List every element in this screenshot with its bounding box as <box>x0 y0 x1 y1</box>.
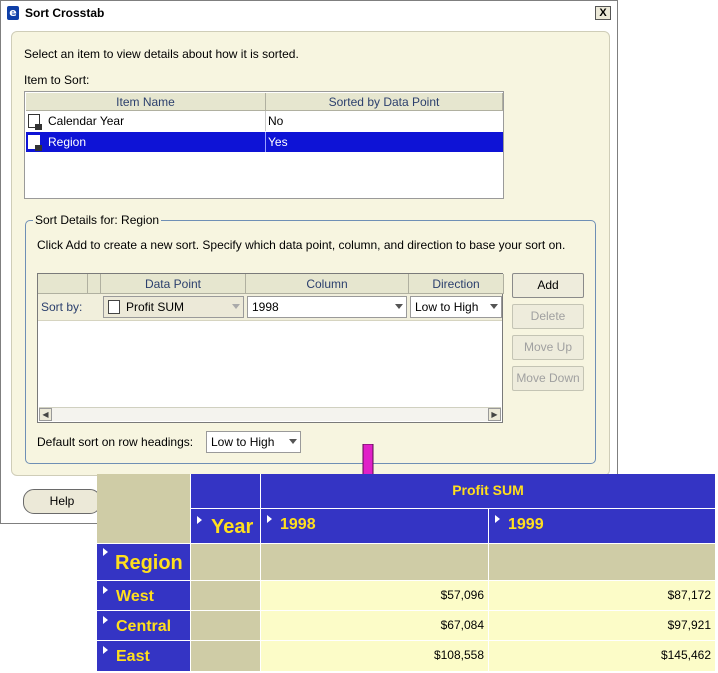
sort-instruction: Click Add to create a new sort. Specify … <box>37 238 566 252</box>
window-title: Sort Crosstab <box>25 6 105 20</box>
expand-triangle-icon <box>103 646 108 654</box>
move-down-button[interactable]: Move Down <box>512 366 584 391</box>
items-table: Item Name Sorted by Data Point Calendar … <box>24 91 504 199</box>
data-cell: $87,172 <box>489 581 716 611</box>
data-point-select[interactable]: Profit SUM <box>103 296 244 318</box>
crosstab-spacer <box>261 544 489 581</box>
expand-triangle-icon <box>197 516 202 524</box>
move-up-button[interactable]: Move Up <box>512 335 584 360</box>
sort-by-label: Sort by: <box>41 300 83 314</box>
column-select[interactable]: 1998 <box>247 296 407 318</box>
crosstab-spacer <box>191 581 261 611</box>
help-button[interactable]: Help <box>23 489 101 514</box>
crosstab-corner <box>97 474 191 544</box>
expand-triangle-icon <box>103 586 108 594</box>
table-row[interactable]: Calendar Year No <box>26 111 503 131</box>
row-header-west[interactable]: West <box>97 581 191 611</box>
row-label: East <box>116 648 150 665</box>
app-logo-icon: e <box>7 6 19 20</box>
measure-icon <box>108 300 120 314</box>
data-cell: $57,096 <box>261 581 489 611</box>
region-dimension-header[interactable]: Region <box>97 544 191 581</box>
sorted-value: Yes <box>268 135 288 149</box>
close-button[interactable]: X <box>595 6 611 20</box>
crosstab-spacer <box>489 544 716 581</box>
column-label: 1999 <box>508 516 544 533</box>
col-header-item-name[interactable]: Item Name <box>26 93 266 111</box>
grid-header-column: Column <box>246 274 409 294</box>
data-cell: $67,084 <box>261 611 489 641</box>
expand-triangle-icon <box>495 515 500 523</box>
column-value: 1998 <box>252 300 279 314</box>
row-label: Central <box>116 618 172 635</box>
chevron-down-icon <box>232 304 240 309</box>
column-header-1999[interactable]: 1999 <box>489 509 716 544</box>
expand-triangle-icon <box>267 515 272 523</box>
row-header-east[interactable]: East <box>97 641 191 672</box>
chevron-down-icon <box>395 304 403 309</box>
crosstab-spacer <box>191 544 261 581</box>
sort-crosstab-dialog: e Sort Crosstab X Select an item to view… <box>0 0 618 524</box>
item-name: Calendar Year <box>48 114 125 128</box>
direction-select[interactable]: Low to High <box>410 296 502 318</box>
default-sort-value: Low to High <box>211 435 275 449</box>
default-sort-label: Default sort on row headings: <box>37 435 194 449</box>
row-header-central[interactable]: Central <box>97 611 191 641</box>
measure-header: Profit SUM <box>261 474 716 509</box>
data-cell: $97,921 <box>489 611 716 641</box>
scroll-left-icon[interactable]: ◀ <box>39 408 52 421</box>
sort-row[interactable]: Sort by: Profit SUM 1998 Low to High <box>38 294 502 321</box>
default-sort-select[interactable]: Low to High <box>206 431 301 453</box>
chevron-down-icon <box>289 439 297 444</box>
expand-triangle-icon <box>103 616 108 624</box>
crosstab: Profit SUM Year 1998 1999 Region West $5… <box>97 474 716 672</box>
intro-text: Select an item to view details about how… <box>24 47 299 61</box>
data-cell: $108,558 <box>261 641 489 672</box>
grid-header-data-point: Data Point <box>101 274 246 294</box>
crosstab-header-blank <box>191 474 261 509</box>
delete-button[interactable]: Delete <box>512 304 584 329</box>
year-label: Year <box>211 516 254 538</box>
crosstab-spacer <box>191 611 261 641</box>
grid-corner <box>38 274 88 294</box>
scroll-right-icon[interactable]: ▶ <box>488 408 501 421</box>
table-row-selected[interactable]: Region Yes <box>26 132 503 152</box>
dimension-item-icon <box>28 114 42 130</box>
grid-header-direction: Direction <box>409 274 504 294</box>
column-label: 1998 <box>280 516 316 533</box>
title-bar: e Sort Crosstab X <box>3 3 615 23</box>
item-name: Region <box>48 135 87 149</box>
column-header-1998[interactable]: 1998 <box>261 509 489 544</box>
dimension-item-icon <box>28 135 42 151</box>
sort-grid: Data Point Column Direction Sort by: Pro… <box>37 273 504 423</box>
add-button[interactable]: Add <box>512 273 584 298</box>
row-label: West <box>116 588 154 605</box>
data-cell: $145,462 <box>489 641 716 672</box>
horizontal-scrollbar[interactable]: ◀ ▶ <box>39 407 501 421</box>
sorted-value: No <box>268 114 284 128</box>
data-point-value: Profit SUM <box>126 300 185 314</box>
chevron-down-icon <box>490 304 498 309</box>
col-header-sorted-by[interactable]: Sorted by Data Point <box>266 93 503 111</box>
direction-value: Low to High <box>415 300 479 314</box>
item-to-sort-label: Item to Sort: <box>24 73 90 87</box>
year-dimension-header[interactable]: Year <box>191 509 261 544</box>
expand-triangle-icon <box>103 548 108 556</box>
grid-handle-col <box>88 274 101 294</box>
crosstab-spacer <box>191 641 261 672</box>
region-label: Region <box>115 552 183 574</box>
sort-details-title: Sort Details for: Region <box>33 213 162 227</box>
